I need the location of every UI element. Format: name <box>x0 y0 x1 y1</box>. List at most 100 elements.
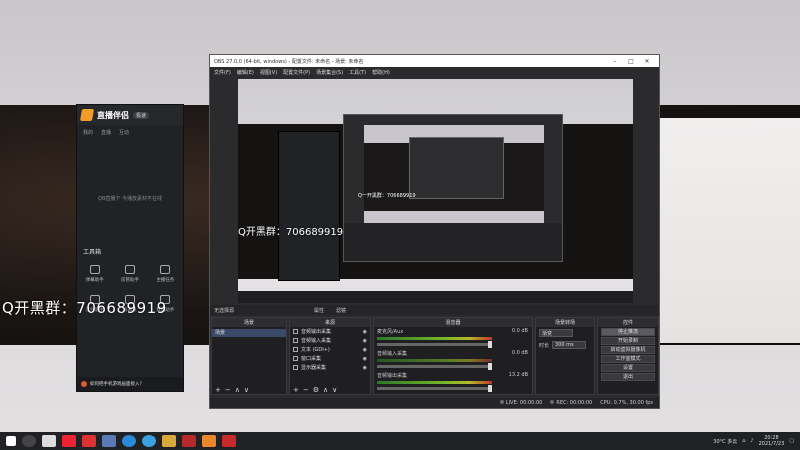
eye-icon[interactable]: ◉ <box>363 356 367 362</box>
app-footer[interactable]: 如何把手机游戏画面接入? <box>77 377 183 391</box>
source-item[interactable]: 音频输入采集 ◉ <box>290 336 370 345</box>
search-icon[interactable] <box>22 435 36 447</box>
menu-edit[interactable]: 编辑(E) <box>237 69 254 76</box>
info-icon <box>81 381 87 387</box>
minimize-icon[interactable]: – <box>607 58 623 65</box>
add-icon[interactable]: + <box>293 386 299 394</box>
stop-streaming-button[interactable]: 停止推流 <box>601 328 655 336</box>
streaming-companion-app: 直播伴侣 极速 我的 直播 互动 QB直播下 今播放素材不在线 工具箱 弹幕助手… <box>76 104 184 392</box>
mixer-title: 混音器 <box>374 318 532 327</box>
preview-taskbar <box>238 291 633 303</box>
tool-item[interactable]: 房管助手 <box>112 265 147 283</box>
menu-profile[interactable]: 配置文件(P) <box>283 69 310 76</box>
start-recording-button[interactable]: 开始录制 <box>601 337 655 345</box>
steam-icon[interactable] <box>102 435 116 447</box>
folder-icon[interactable] <box>162 435 176 447</box>
streaming-app-icon[interactable] <box>202 435 216 447</box>
transition-select[interactable]: 渐变 <box>539 329 573 337</box>
properties-button[interactable]: 属性 <box>314 307 324 314</box>
app-name: 直播伴侣 <box>97 110 129 120</box>
tool-item[interactable]: 弹幕助手 <box>77 265 112 283</box>
speaker-icon <box>293 329 298 334</box>
edge-icon[interactable] <box>122 435 136 447</box>
source-item[interactable]: 显示器采集 ◉ <box>290 363 370 372</box>
scenes-title: 场景 <box>212 318 286 327</box>
app-logo-icon <box>79 109 95 121</box>
exit-button[interactable]: 退出 <box>601 373 655 381</box>
eye-icon[interactable]: ◉ <box>363 347 367 353</box>
down-icon[interactable]: ∨ <box>332 386 337 394</box>
scenes-controls: + − ∧ ∨ <box>212 385 286 394</box>
mixer-dock: 混音器 麦克风/Aux 0.0 dB 音频输入采集 0.0 dB 音频输出采集 … <box>373 317 533 395</box>
maximize-icon[interactable]: □ <box>623 58 639 65</box>
app-header: 直播伴侣 极速 <box>77 105 183 125</box>
qq-icon[interactable] <box>62 435 76 447</box>
source-item[interactable]: 窗口采集 ◉ <box>290 354 370 363</box>
obs-window: OBS 27.0.0 (64-bit, windows) - 配置文件: 未命名… <box>209 54 660 409</box>
gear-icon[interactable]: ⚙ <box>313 386 319 394</box>
controls-title: 控件 <box>598 318 658 327</box>
menu-help[interactable]: 帮助(H) <box>372 69 390 76</box>
filters-button[interactable]: 滤镜 <box>336 307 346 314</box>
rec-icon <box>550 400 555 404</box>
up-icon[interactable]: ∧ <box>323 386 328 394</box>
app-tab[interactable]: 互动 <box>119 129 129 136</box>
mixer-channel: 麦克风/Aux 0.0 dB <box>374 327 532 349</box>
volume-slider[interactable] <box>377 341 492 348</box>
weather[interactable]: 30°C 多云 <box>713 438 737 445</box>
eye-icon[interactable]: ◉ <box>363 329 367 335</box>
virtual-camera-button[interactable]: 启动虚拟摄像机 <box>601 346 655 354</box>
obs-title-bar: OBS 27.0.0 (64-bit, windows) - 配置文件: 未命名… <box>210 55 659 67</box>
text-icon <box>293 347 298 352</box>
cpu-status: CPU: 0.7%, 30.00 fps <box>600 400 653 406</box>
mixer-channel: 音频输入采集 0.0 dB <box>374 349 532 371</box>
settings-button[interactable]: 设置 <box>601 364 655 372</box>
app-taskbar-icon[interactable] <box>82 435 96 447</box>
down-icon[interactable]: ∨ <box>244 386 249 394</box>
remove-icon[interactable]: − <box>303 386 309 394</box>
volume-slider[interactable] <box>377 363 492 370</box>
notification-icon[interactable]: ▢ <box>789 438 794 444</box>
game-icon[interactable] <box>182 435 196 447</box>
live-icon <box>499 400 504 404</box>
volume-slider[interactable] <box>377 385 492 392</box>
app-tab[interactable]: 我的 <box>83 129 93 136</box>
remove-icon[interactable]: − <box>225 386 231 394</box>
add-icon[interactable]: + <box>215 386 221 394</box>
clock[interactable]: 20:28 2021/7/23 <box>759 435 785 447</box>
preview-companion-app <box>278 131 340 281</box>
sources-title: 来源 <box>290 318 370 327</box>
rec-status: REC: 00:00:00 <box>550 400 592 406</box>
duration-input[interactable]: 300 ms <box>552 341 587 349</box>
menu-file[interactable]: 文件(F) <box>214 69 231 76</box>
controls-dock: 控件 停止推流 开始录制 启动虚拟摄像机 工作室模式 设置 退出 <box>597 317 659 395</box>
volume-meter <box>377 381 492 384</box>
source-item[interactable]: 文本 (GDI+) ◉ <box>290 345 370 354</box>
eye-icon[interactable]: ◉ <box>363 338 367 344</box>
system-tray: 30°C 多云 ⌂ ♪ 20:28 2021/7/23 ▢ <box>713 435 800 447</box>
obs-taskbar-icon[interactable] <box>42 435 56 447</box>
up-icon[interactable]: ∧ <box>235 386 240 394</box>
task-icon <box>160 265 171 274</box>
scene-item[interactable]: 场景 <box>212 329 286 337</box>
app-tab[interactable]: 直播 <box>101 129 111 136</box>
obs-preview[interactable]: Q一开黑群：706689919 Q开黑群：706689919 <box>238 79 633 303</box>
source-item[interactable]: 音频输出采集 ◉ <box>290 327 370 336</box>
menu-view[interactable]: 视图(V) <box>260 69 277 76</box>
volume-icon[interactable]: ♪ <box>750 438 753 444</box>
no-source-label: 无选择源 <box>214 307 235 314</box>
browser-icon[interactable] <box>142 435 156 447</box>
menu-scene-collection[interactable]: 场景集合(S) <box>316 69 343 76</box>
tool-item[interactable]: 主播任务 <box>148 265 183 283</box>
studio-mode-button[interactable]: 工作室模式 <box>601 355 655 363</box>
windows-start-icon[interactable] <box>6 436 16 446</box>
sources-dock: 来源 音频输出采集 ◉ 音频输入采集 ◉ 文本 (GDI+) ◉ 窗口采集 ◉ 显示器采… <box>289 317 371 395</box>
eye-icon[interactable]: ◉ <box>363 365 367 371</box>
menu-tools[interactable]: 工具(T) <box>349 69 366 76</box>
close-icon[interactable]: ✕ <box>639 58 655 65</box>
window-icon <box>293 356 298 361</box>
network-icon[interactable]: ⌂ <box>742 438 745 444</box>
preview-small-text: Q一开黑群：706689919 <box>358 193 416 199</box>
media-icon[interactable] <box>222 435 236 447</box>
preview-nested-obs <box>343 114 563 262</box>
